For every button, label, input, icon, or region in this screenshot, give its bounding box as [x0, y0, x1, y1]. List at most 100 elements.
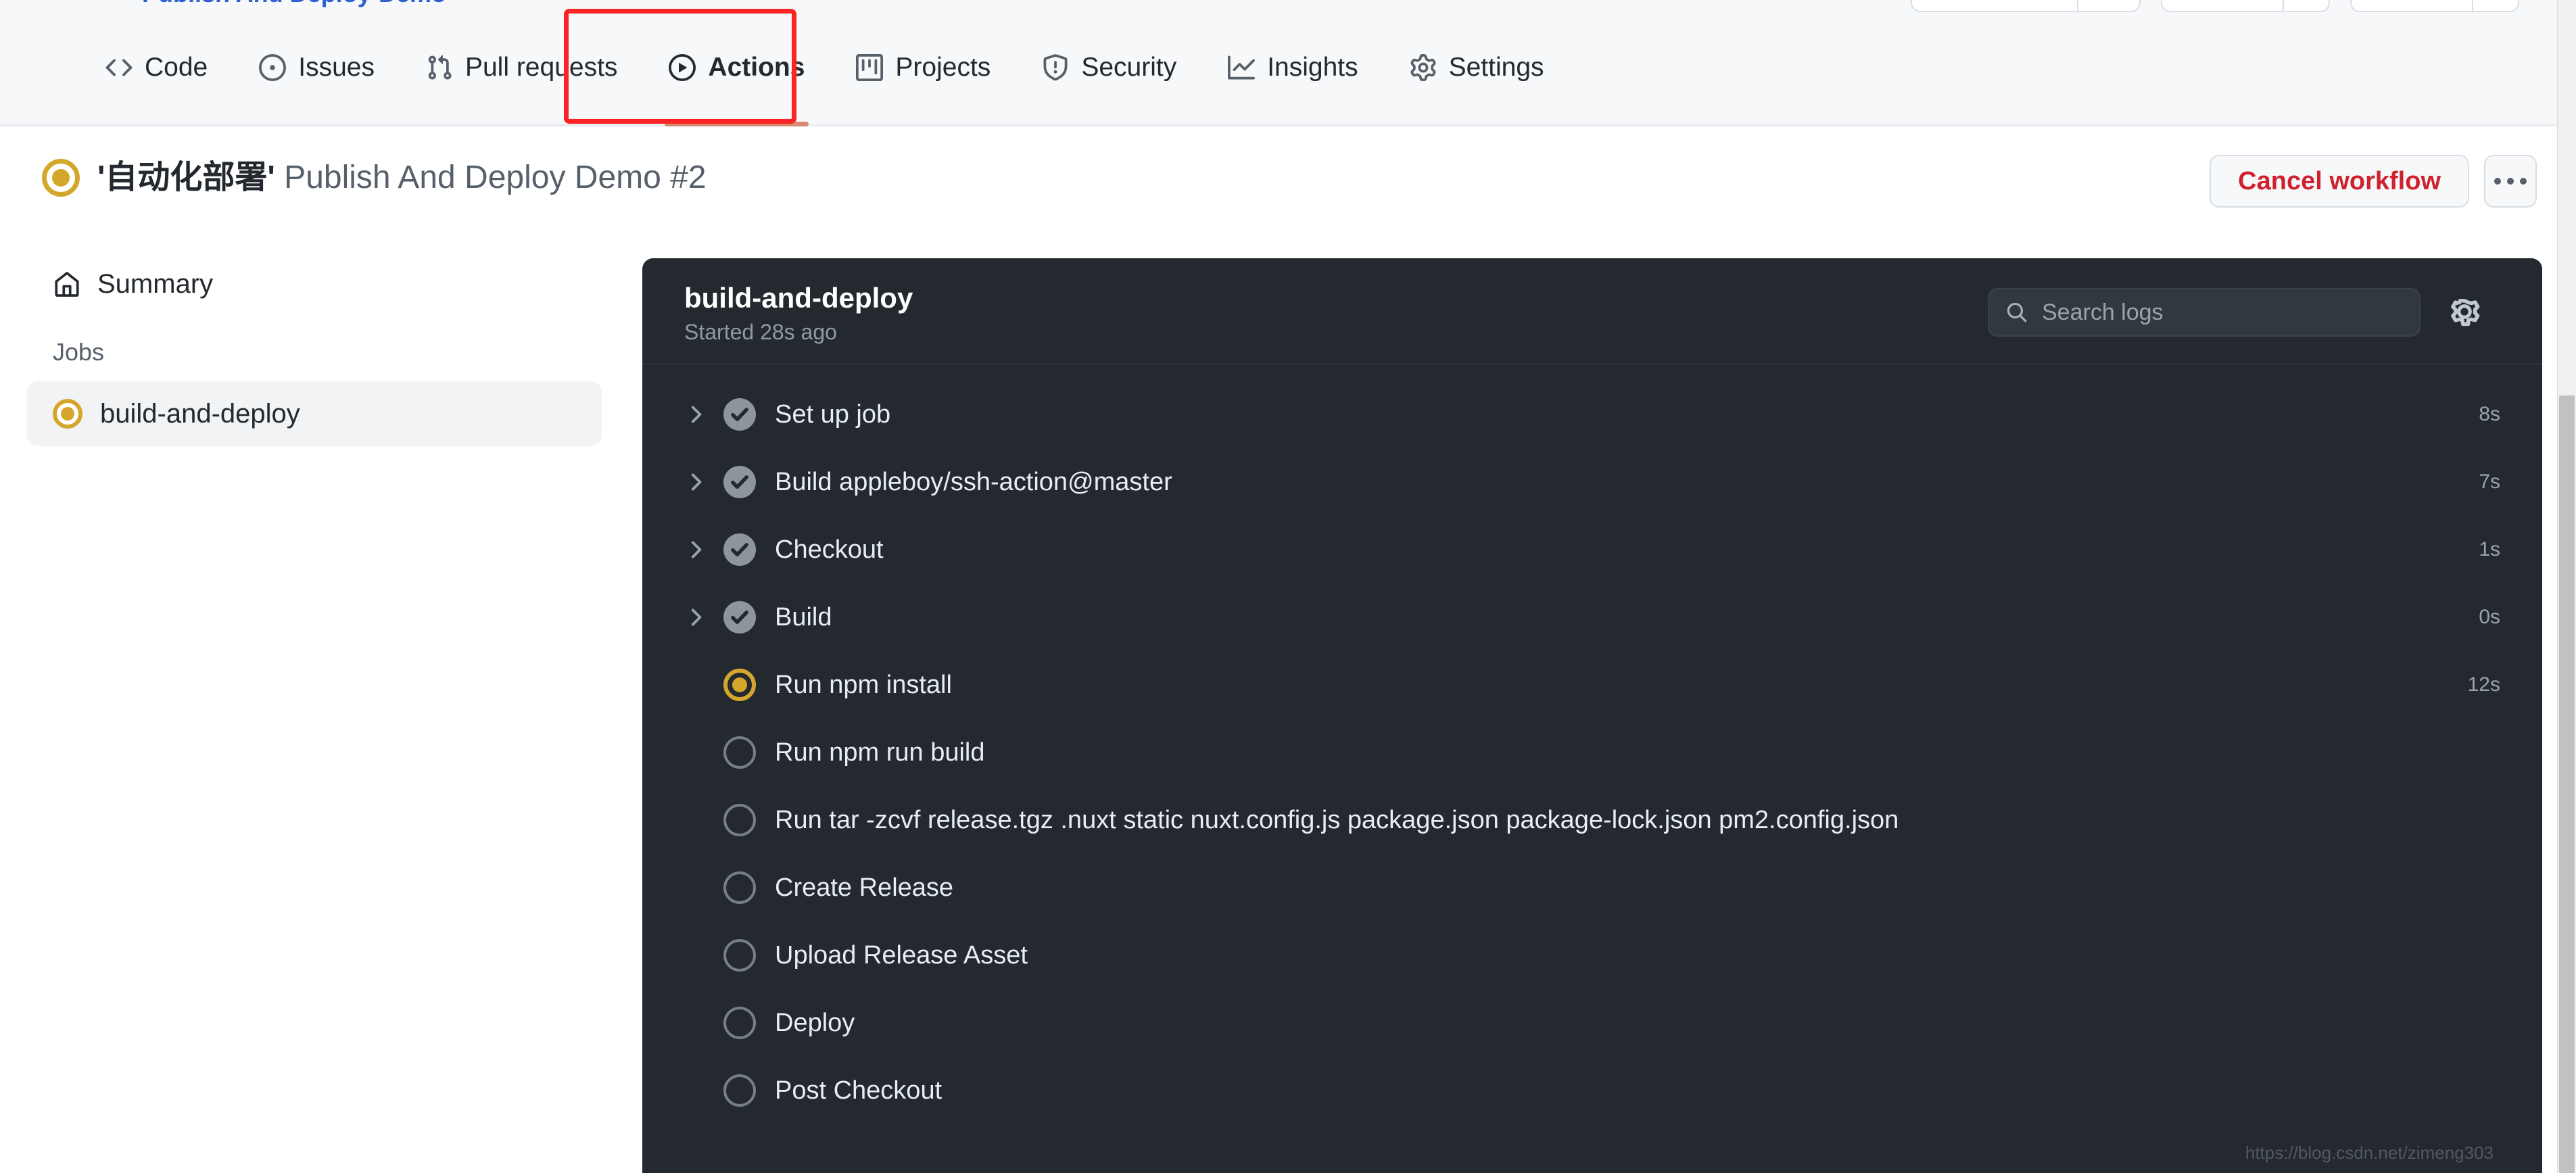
nav-tab-actions[interactable]: Actions [643, 10, 830, 126]
job-steps-list: Set up job 8s Build appleboy/ssh-action@… [642, 364, 2542, 1124]
step-row[interactable]: Run tar -zcvf release.tgz .nuxt static n… [642, 786, 2542, 854]
pr-icon [426, 54, 453, 81]
jobs-section-heading: Jobs [53, 338, 105, 366]
check-circle-icon [723, 466, 756, 498]
step-duration: 0s [2479, 606, 2500, 628]
step-label: Deploy [775, 1009, 855, 1037]
step-row[interactable]: Upload Release Asset [642, 921, 2542, 989]
nav-tab-label: Projects [895, 53, 991, 82]
job-log-title: build-and-deploy [684, 282, 913, 314]
cut-off-heading-fragment-1: Publish And Deploy [142, 0, 371, 8]
search-logs-box[interactable] [1988, 288, 2420, 337]
nav-tab-label: Settings [1448, 53, 1544, 82]
graph-icon [1228, 54, 1256, 81]
job-log-panel: build-and-deploy Started 28s ago Set up … [642, 258, 2542, 1173]
scrollbar-thumb[interactable] [2559, 396, 2575, 1173]
job-started-text: Started 28s ago [684, 320, 837, 344]
step-duration: 12s [2467, 673, 2500, 696]
step-row[interactable]: Set up job 8s [642, 381, 2542, 448]
chevron-right-icon[interactable] [684, 471, 707, 494]
workflow-name: '自动化部署' [97, 160, 275, 196]
step-duration: 7s [2479, 471, 2500, 493]
cancel-workflow-button[interactable]: Cancel workflow [2210, 155, 2469, 208]
nav-tab-pull-requests[interactable]: Pull requests [400, 10, 643, 124]
search-logs-input[interactable] [2042, 299, 2403, 326]
step-row[interactable]: Run npm install 12s [642, 651, 2542, 719]
nav-tab-projects[interactable]: Projects [830, 10, 1016, 124]
cut-off-split-button-1[interactable] [1911, 0, 2141, 12]
pending-circle-icon [723, 804, 756, 836]
step-label: Build [775, 603, 832, 631]
step-row[interactable]: Run npm run build [642, 719, 2542, 786]
step-row[interactable]: Build appleboy/ssh-action@master 7s [642, 448, 2542, 516]
nav-tab-settings[interactable]: Settings [1384, 10, 1570, 124]
run-header-actions: Cancel workflow [2210, 155, 2537, 208]
nav-tab-insights[interactable]: Insights [1202, 10, 1383, 124]
step-label: Checkout [775, 535, 884, 564]
step-label: Create Release [775, 873, 954, 902]
search-icon [2005, 301, 2028, 324]
step-row[interactable]: Checkout 1s [642, 516, 2542, 583]
kebab-dot [2494, 178, 2501, 185]
pending-circle-icon [723, 736, 756, 769]
step-label: Run npm install [775, 671, 952, 699]
nav-tab-label: Code [145, 53, 208, 82]
issue-icon [259, 53, 287, 81]
gear-icon [1410, 53, 1437, 81]
repo-nav-tab-list: Code Issues Pull requests Actions Projec [80, 10, 1570, 126]
in-progress-icon [42, 159, 80, 197]
project-icon [856, 53, 884, 81]
vertical-scrollbar[interactable] [2557, 0, 2576, 1173]
chevron-right-icon[interactable] [684, 606, 707, 629]
nav-tab-label: Issues [298, 53, 375, 82]
nav-tab-security[interactable]: Security [1016, 10, 1202, 124]
home-icon [53, 270, 81, 298]
step-label: Set up job [775, 400, 891, 429]
step-duration: 8s [2479, 403, 2500, 425]
sidebar-item-label: Summary [97, 268, 214, 299]
play-icon [669, 53, 696, 81]
step-label: Upload Release Asset [775, 941, 1028, 969]
step-row[interactable]: Post Checkout [642, 1057, 2542, 1124]
step-row[interactable]: Create Release [642, 854, 2542, 921]
run-title: '自动化部署' Publish And Deploy Demo #2 [97, 159, 707, 196]
step-row[interactable]: Deploy [642, 989, 2542, 1057]
nav-tab-label: Insights [1267, 53, 1358, 82]
step-label: Run tar -zcvf release.tgz .nuxt static n… [775, 806, 1899, 834]
shield-icon [1042, 53, 1069, 81]
pending-circle-icon [723, 871, 756, 904]
in-progress-icon [723, 669, 756, 701]
log-settings-gear-icon[interactable] [2442, 289, 2487, 334]
nav-tab-issues[interactable]: Issues [233, 10, 400, 124]
chevron-right-icon[interactable] [684, 538, 707, 561]
kebab-dot [2507, 178, 2514, 185]
step-label: Build appleboy/ssh-action@master [775, 468, 1172, 496]
page-title: '自动化部署' Publish And Deploy Demo #2 [42, 159, 707, 197]
cut-off-heading-fragment-2: Demo [379, 0, 446, 8]
chevron-right-icon[interactable] [684, 403, 707, 426]
repo-nav: Code Issues Pull requests Actions Projec [0, 12, 2576, 126]
nav-tab-label: Security [1081, 53, 1177, 82]
nav-tab-label: Actions [708, 53, 805, 82]
check-circle-icon [723, 601, 756, 633]
cut-off-split-button-2[interactable] [2161, 0, 2330, 12]
run-title-text: Publish And Deploy Demo #2 [275, 160, 707, 196]
more-options-button[interactable] [2484, 155, 2537, 208]
code-icon [105, 54, 133, 81]
nav-tab-code[interactable]: Code [80, 10, 233, 124]
run-header: '自动化部署' Publish And Deploy Demo #2 Cance… [0, 126, 2576, 238]
kebab-dot [2520, 178, 2527, 185]
check-circle-icon [723, 398, 756, 431]
step-label: Run npm run build [775, 738, 985, 767]
step-label: Post Checkout [775, 1076, 943, 1105]
run-sidebar: Summary Jobs build-and-deploy [27, 258, 602, 446]
sidebar-job-build-and-deploy[interactable]: build-and-deploy [27, 381, 602, 446]
in-progress-icon [53, 399, 82, 429]
sidebar-item-summary[interactable]: Summary [27, 258, 602, 310]
pending-circle-icon [723, 1074, 756, 1107]
step-row[interactable]: Build 0s [642, 583, 2542, 651]
nav-tab-label: Pull requests [464, 53, 618, 82]
sidebar-job-label: build-and-deploy [100, 398, 300, 429]
pending-circle-icon [723, 939, 756, 972]
cut-off-split-button-3[interactable] [2350, 0, 2519, 12]
